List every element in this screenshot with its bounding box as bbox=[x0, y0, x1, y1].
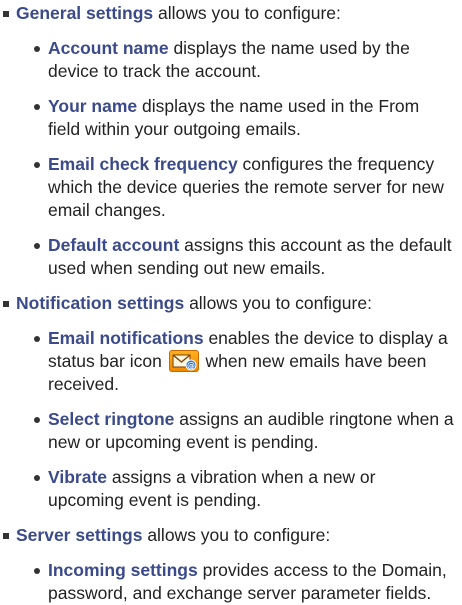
square-bullet-icon bbox=[3, 11, 9, 17]
round-bullet-icon bbox=[34, 104, 40, 110]
server-settings-list: Incoming settings provides access to the… bbox=[0, 559, 462, 605]
notification-settings-heading: Notification settings allows you to conf… bbox=[0, 292, 462, 315]
section-term: General settings bbox=[16, 3, 154, 23]
round-bullet-icon bbox=[34, 243, 40, 249]
svg-text:@: @ bbox=[187, 361, 195, 370]
round-bullet-icon bbox=[34, 568, 40, 574]
item-term: Incoming settings bbox=[48, 560, 198, 580]
list-item-incoming-settings: Incoming settings provides access to the… bbox=[0, 559, 462, 605]
section-term: Notification settings bbox=[16, 293, 185, 313]
section-text: allows you to configure: bbox=[184, 293, 372, 313]
server-settings-section: Server settings allows you to configure:… bbox=[0, 524, 462, 605]
list-item-your-name: Your name displays the name used in the … bbox=[0, 95, 462, 141]
general-settings-heading: General settings allows you to configure… bbox=[0, 2, 462, 25]
document-page: General settings allows you to configure… bbox=[0, 0, 462, 603]
round-bullet-icon bbox=[34, 162, 40, 168]
list-item-email-check-frequency: Email check frequency configures the fre… bbox=[0, 153, 462, 222]
section-term: Server settings bbox=[16, 525, 143, 545]
list-item-email-notifications: Email notifications enables the device t… bbox=[0, 327, 462, 396]
general-settings-section: General settings allows you to configure… bbox=[0, 2, 462, 280]
section-text: allows you to configure: bbox=[142, 525, 331, 545]
item-term: Email check frequency bbox=[48, 154, 238, 174]
square-bullet-icon bbox=[3, 301, 9, 307]
item-term: Select ringtone bbox=[48, 409, 175, 429]
email-status-bar-icon: @ bbox=[168, 350, 199, 372]
item-term: Default account bbox=[48, 235, 180, 255]
list-item-account-name: Account name displays the name used by t… bbox=[0, 37, 462, 83]
round-bullet-icon bbox=[34, 336, 40, 342]
notification-settings-section: Notification settings allows you to conf… bbox=[0, 292, 462, 512]
round-bullet-icon bbox=[34, 417, 40, 423]
general-settings-list: Account name displays the name used by t… bbox=[0, 37, 462, 280]
list-item-default-account: Default account assigns this account as … bbox=[0, 234, 462, 280]
round-bullet-icon bbox=[34, 46, 40, 52]
section-text: allows you to configure: bbox=[153, 3, 341, 23]
item-term: Your name bbox=[48, 96, 138, 116]
item-term: Email notifications bbox=[48, 328, 204, 348]
round-bullet-icon bbox=[34, 475, 40, 481]
notification-settings-list: Email notifications enables the device t… bbox=[0, 327, 462, 512]
server-settings-heading: Server settings allows you to configure: bbox=[0, 524, 462, 547]
item-term: Vibrate bbox=[48, 467, 108, 487]
list-item-vibrate: Vibrate assigns a vibration when a new o… bbox=[0, 466, 462, 512]
square-bullet-icon bbox=[3, 533, 9, 539]
item-term: Account name bbox=[48, 38, 169, 58]
list-item-select-ringtone: Select ringtone assigns an audible ringt… bbox=[0, 408, 462, 454]
